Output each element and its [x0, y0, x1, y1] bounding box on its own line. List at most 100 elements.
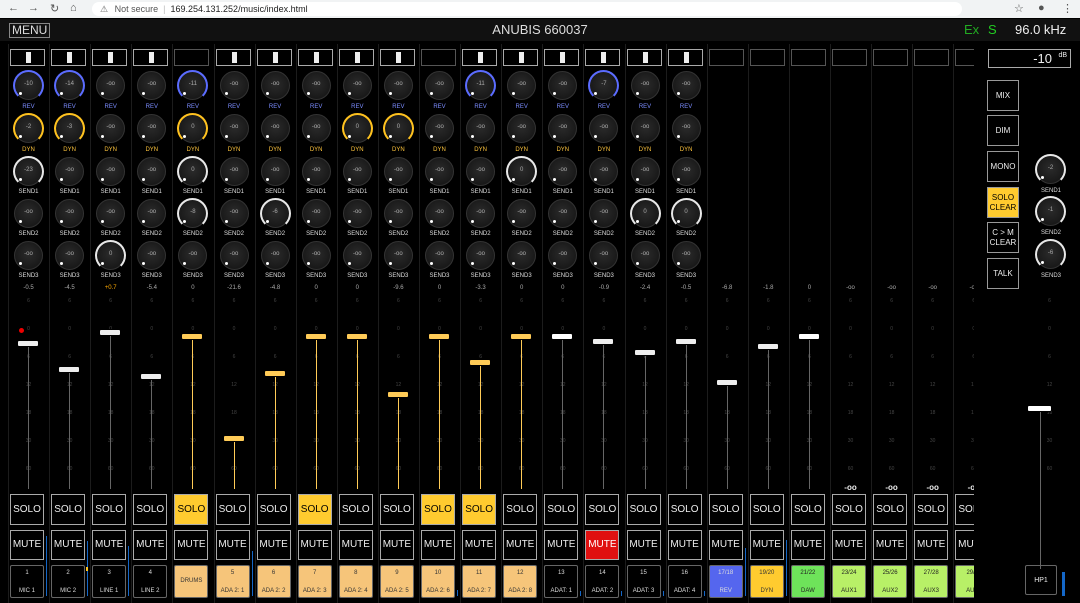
fader-handle[interactable]	[58, 366, 81, 374]
solo-button[interactable]: SOLO	[297, 494, 332, 525]
mute-button[interactable]: MUTE	[462, 530, 497, 560]
channel-name[interactable]: 25/26 AUX2	[873, 565, 908, 598]
channel-name[interactable]: 7 ADA 2: 3	[297, 565, 332, 598]
channel-name[interactable]: 2 MIC 2	[51, 565, 86, 598]
mono-button[interactable]: MONO	[987, 151, 1019, 182]
channel-name[interactable]: 29/3 AUX	[955, 565, 975, 598]
send1-knob[interactable]: -oo	[55, 157, 85, 186]
rev-knob[interactable]: -oo	[425, 71, 454, 100]
send2-knob[interactable]: 0	[670, 198, 702, 229]
rev-knob[interactable]: -oo	[219, 71, 249, 100]
dyn-knob[interactable]: 0	[341, 113, 373, 144]
dyn-knob[interactable]: -oo	[219, 114, 249, 143]
send1-knob[interactable]: -oo	[425, 157, 454, 186]
send3-knob[interactable]: -oo	[137, 241, 167, 270]
mute-button[interactable]: MUTE	[379, 530, 414, 560]
solo-button[interactable]: SOLO	[873, 494, 908, 525]
fader-handle[interactable]	[345, 332, 368, 340]
send2-knob[interactable]: -oo	[55, 199, 85, 228]
rev-knob[interactable]: -oo	[548, 71, 578, 100]
fader-handle[interactable]	[715, 378, 738, 386]
send3-knob[interactable]: -oo	[548, 241, 578, 270]
solo-button[interactable]: SOLO	[256, 494, 291, 525]
fader-handle[interactable]	[386, 391, 409, 399]
send1-master-knob[interactable]: -2	[1035, 154, 1066, 185]
mute-button[interactable]: MUTE	[174, 530, 209, 560]
channel-name[interactable]: 1 MIC 1	[10, 565, 44, 598]
send2-knob[interactable]: -oo	[137, 199, 167, 228]
mute-button[interactable]: MUTE	[955, 530, 975, 560]
kebab-menu-icon[interactable]: ⋮	[1062, 2, 1073, 15]
send2-knob[interactable]: -oo	[548, 199, 578, 228]
mute-button[interactable]: MUTE	[215, 530, 250, 560]
send1-knob[interactable]: -oo	[342, 157, 372, 186]
channel-name[interactable]: 14 ADAT: 2	[585, 565, 620, 598]
dyn-knob[interactable]: -3	[54, 113, 86, 144]
channel-name[interactable]: 17/18 REV	[708, 565, 743, 598]
mute-button[interactable]: MUTE	[421, 530, 455, 560]
rev-knob[interactable]: -oo	[301, 71, 331, 100]
send2-master-knob[interactable]: -1	[1035, 196, 1066, 227]
dyn-knob[interactable]: -oo	[301, 114, 331, 143]
send3-knob[interactable]: -oo	[630, 241, 660, 270]
channel-name[interactable]: 16 ADAT: 4	[667, 565, 702, 598]
solo-button[interactable]: SOLO	[914, 494, 949, 525]
mute-button[interactable]: MUTE	[51, 530, 86, 560]
send1-knob[interactable]: -oo	[548, 157, 578, 186]
fader-handle[interactable]	[633, 348, 656, 356]
channel-name[interactable]: 4 LINE 2	[133, 565, 168, 598]
mute-button[interactable]: MUTE	[667, 530, 702, 560]
channel-name[interactable]: 15 ADAT: 3	[626, 565, 661, 598]
mix-button[interactable]: MIX	[987, 80, 1019, 111]
solo-button[interactable]: SOLO	[667, 494, 702, 525]
mute-button[interactable]: MUTE	[914, 530, 949, 560]
dyn-knob[interactable]: -oo	[137, 114, 167, 143]
dyn-knob[interactable]: 0	[177, 113, 209, 144]
send3-knob[interactable]: -oo	[260, 241, 290, 270]
channel-name[interactable]: 21/22 DAW	[790, 565, 825, 598]
channel-name[interactable]: 23/24 AUX1	[832, 565, 866, 598]
dyn-knob[interactable]: -oo	[671, 114, 701, 143]
rev-knob[interactable]: -7	[588, 70, 620, 101]
mute-button[interactable]: MUTE	[790, 530, 825, 560]
channel-name[interactable]: DRUMS	[174, 565, 209, 598]
send3-knob[interactable]: -oo	[14, 241, 43, 270]
mute-button[interactable]: MUTE	[10, 530, 44, 560]
rev-knob[interactable]: -oo	[671, 71, 701, 100]
send2-knob[interactable]: -oo	[301, 199, 331, 228]
dyn-knob[interactable]: -2	[13, 113, 44, 144]
fader-handle[interactable]	[797, 332, 820, 340]
mute-button[interactable]: MUTE	[873, 530, 908, 560]
send1-knob[interactable]: -oo	[219, 157, 249, 186]
channel-name[interactable]: 11 ADA 2: 7	[462, 565, 497, 598]
send1-knob[interactable]: -oo	[260, 157, 290, 186]
solo-button[interactable]: SOLO	[708, 494, 743, 525]
rev-knob[interactable]: -oo	[342, 71, 372, 100]
c-to-m-clear-button[interactable]: C > M CLEAR	[987, 222, 1019, 253]
solo-clear-button[interactable]: SOLO CLEAR	[987, 187, 1019, 218]
send1-knob[interactable]: -oo	[383, 157, 413, 186]
solo-button[interactable]: SOLO	[379, 494, 414, 525]
solo-button[interactable]: SOLO	[832, 494, 866, 525]
solo-button[interactable]: SOLO	[544, 494, 579, 525]
send1-knob[interactable]: -oo	[137, 157, 167, 186]
hp1-label[interactable]: HP1	[1025, 565, 1057, 595]
send3-knob[interactable]: -oo	[342, 241, 372, 270]
fader-handle[interactable]	[17, 339, 39, 347]
send3-knob[interactable]: -oo	[671, 241, 701, 270]
send2-knob[interactable]: -oo	[219, 199, 249, 228]
dyn-knob[interactable]: -oo	[425, 114, 454, 143]
send3-knob[interactable]: -oo	[178, 241, 208, 270]
solo-button[interactable]: SOLO	[790, 494, 825, 525]
back-icon[interactable]: ←	[8, 2, 19, 14]
send1-knob[interactable]: -oo	[630, 157, 660, 186]
send2-knob[interactable]: 0	[629, 198, 661, 229]
dyn-knob[interactable]: -oo	[260, 114, 290, 143]
solo-button[interactable]: SOLO	[503, 494, 538, 525]
rev-knob[interactable]: -oo	[383, 71, 413, 100]
channel-name[interactable]: 5 ADA 2: 1	[215, 565, 250, 598]
reload-icon[interactable]: ↻	[50, 2, 59, 15]
dyn-knob[interactable]: -oo	[548, 114, 578, 143]
solo-button[interactable]: SOLO	[585, 494, 620, 525]
mute-button[interactable]: MUTE	[749, 530, 784, 560]
